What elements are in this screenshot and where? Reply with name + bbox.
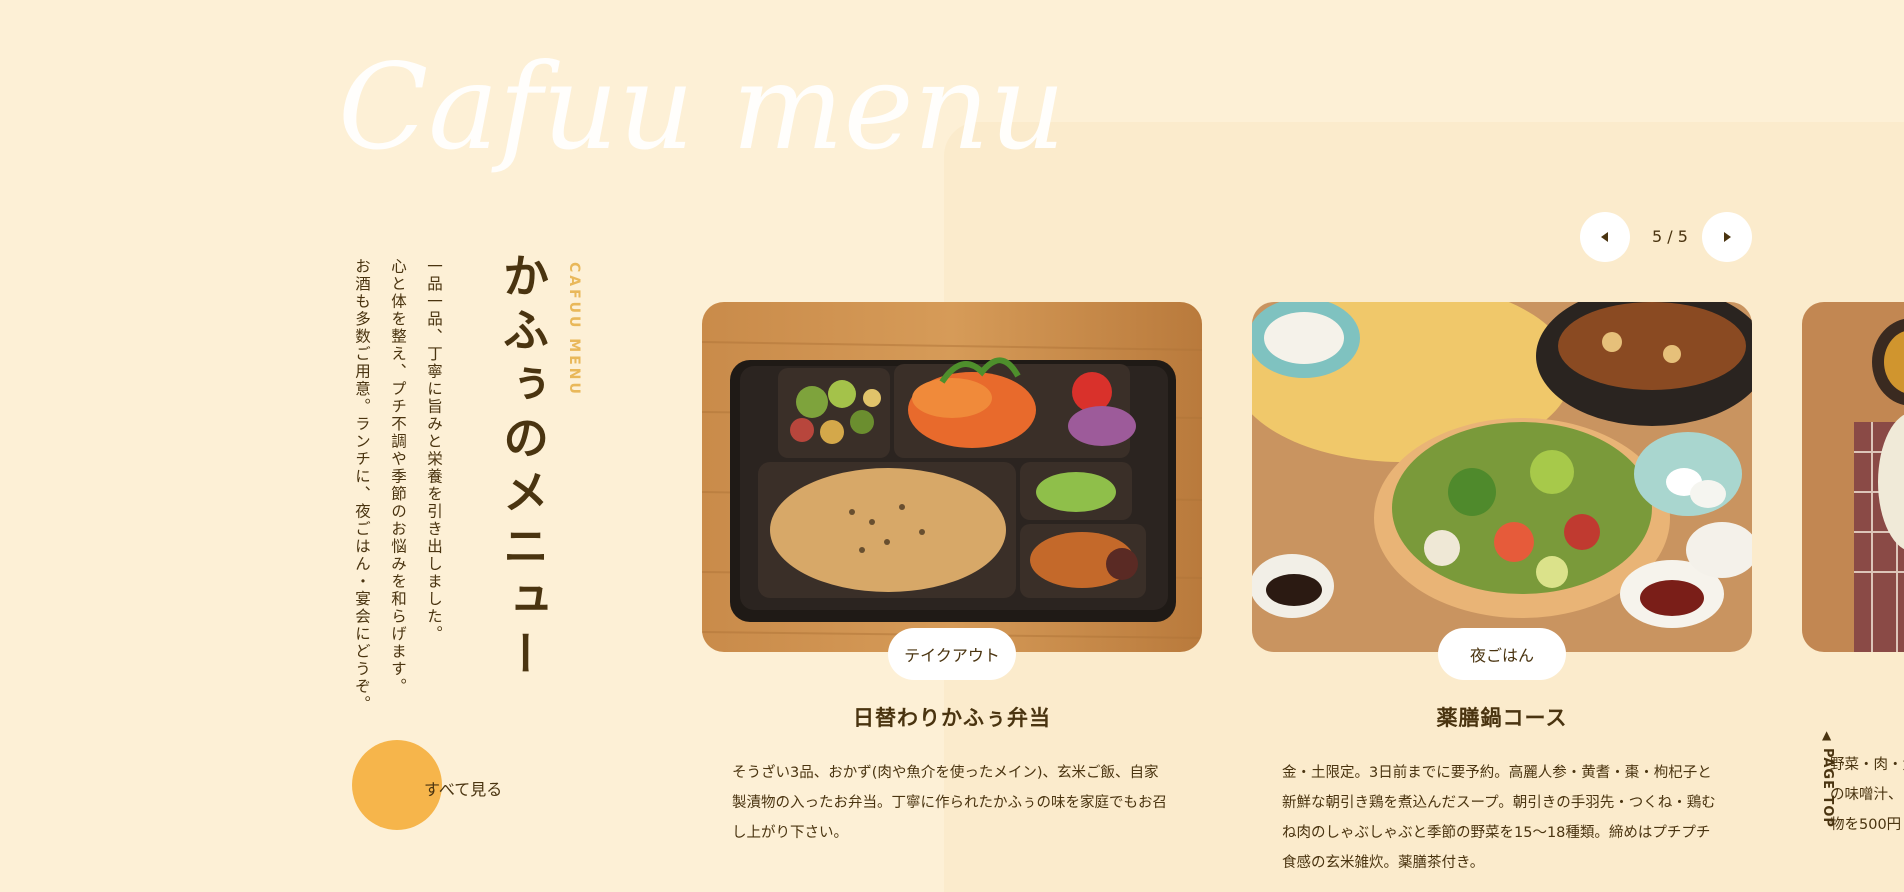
description-line: お酒も多数ご用意。ランチに、夜ごはん・宴会にどうぞ。: [353, 258, 371, 713]
chevron-right-icon: [1724, 232, 1731, 242]
arrow-up-icon: ▲: [1822, 728, 1832, 742]
section-subtitle: CAFUU MENU: [566, 262, 582, 397]
page-top-button[interactable]: ▲ PAGE TOP: [1820, 728, 1850, 828]
section-description: 一品一品、丁寧に旨みと栄養を引き出しました。 心と体を整え、プチ不調や季節のお悩…: [344, 258, 452, 738]
page-top-label: PAGE TOP: [1820, 748, 1835, 828]
view-all-button[interactable]: すべて見る: [350, 740, 550, 832]
card-title: 日替わりかふぅ弁当: [853, 706, 1051, 730]
chevron-left-icon: [1601, 232, 1608, 242]
card-category-tag: テイクアウト: [888, 628, 1016, 680]
card-description: そうざい3品、おかず(肉や魚介を使ったメイン)、玄米ご飯、自家製漬物の入ったお弁…: [732, 765, 1167, 841]
card-description: 金・土限定。3日前までに要予約。高麗人参・黄耆・棗・枸杞子と新鮮な朝引き鶏を煮込…: [1282, 765, 1716, 871]
bento-photo: [702, 302, 1202, 652]
hero-script-title: Cafuu menu: [338, 38, 1066, 176]
description-line: 心と体を整え、プチ不調や季節のお悩みを和らげます。: [389, 258, 407, 696]
svg-text:Cafuu menu: Cafuu menu: [338, 38, 1066, 176]
next-button[interactable]: [1702, 212, 1752, 262]
menu-card[interactable]: テイクアウト 日替わりかふぅ弁当 そうざい3品、おかず(肉や魚介を使ったメイン)…: [702, 302, 1202, 848]
section-title: かふぅのメニュー: [496, 252, 550, 684]
pager-counter: 5 / 5: [1652, 227, 1688, 246]
menu-card-partial[interactable]: 野菜・肉・魚 の味噌汁、 物を500円: [1802, 302, 1904, 833]
hotpot-photo: [1252, 302, 1752, 652]
partial-card-photo: [1802, 302, 1904, 652]
menu-card[interactable]: 夜ごはん 薬膳鍋コース 金・土限定。3日前までに要予約。高麗人参・黄耆・棗・枸杞…: [1252, 302, 1752, 878]
description-line: 一品一品、丁寧に旨みと栄養を引き出しました。: [425, 258, 443, 643]
card-category-tag: 夜ごはん: [1438, 628, 1566, 680]
prev-button[interactable]: [1580, 212, 1630, 262]
card-title: 薬膳鍋コース: [1436, 706, 1568, 730]
view-all-label: すべて見る: [424, 780, 503, 799]
